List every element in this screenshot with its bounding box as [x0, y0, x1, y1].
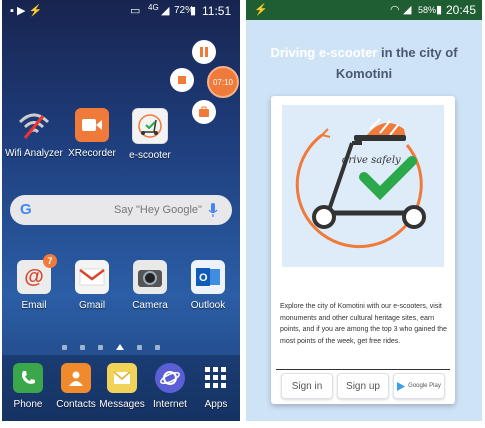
e-scooter-icon [132, 108, 168, 144]
illustration-caption: drive safely [342, 155, 401, 166]
screenshot-tool-button[interactable] [192, 100, 216, 124]
shortcut-xrecorder[interactable]: XRecorder [68, 108, 116, 159]
e-scooter-app-screen: ⚡ ◠ ◢ 58% ▮ 20:45 Driving e-scooter in t… [246, 0, 482, 421]
app-label: Apps [204, 399, 228, 410]
divider [276, 369, 450, 370]
cast-icon: ▭ [130, 5, 141, 17]
page-dot [62, 345, 67, 350]
page-indicator[interactable] [62, 337, 182, 350]
status-bar: ▪ ▶ ⚡ ▭ 4G ◢ 72% ▮ 11:51 [2, 0, 240, 22]
app-outlook[interactable]: O Outlook [184, 260, 232, 311]
email-icon: @ 7 [17, 254, 57, 294]
stop-recording-button[interactable] [170, 68, 194, 92]
page-dot [80, 345, 85, 350]
wifi-analyzer-icon [17, 108, 51, 142]
svg-text:O: O [199, 272, 208, 284]
app-camera[interactable]: Camera [126, 260, 174, 311]
android-home-screen: ▪ ▶ ⚡ ▭ 4G ◢ 72% ▮ 11:51 Wifi Analyzer X… [2, 0, 240, 421]
charging-icon: ⚡ [254, 4, 268, 16]
welcome-card: drive safely Explore the city of Komotin… [271, 96, 455, 404]
page-title: Driving e-scooter in the city of Komotin… [266, 42, 462, 84]
outlook-icon: O [191, 260, 225, 294]
signal-icon: ◢ [403, 4, 412, 16]
network-type: 4G [148, 3, 159, 12]
signal-icon: ◢ [161, 5, 170, 17]
app-grid-icon [201, 363, 231, 393]
pause-recording-button[interactable] [192, 40, 216, 64]
shortcut-wifi-analyzer[interactable]: Wifi Analyzer [5, 108, 63, 159]
xrecorder-icon [75, 108, 109, 142]
phone-icon [13, 363, 43, 393]
stop-icon [178, 76, 186, 84]
wifi-icon: ◠ [390, 4, 400, 16]
google-play-button[interactable]: Google Play [393, 373, 445, 399]
sign-up-button[interactable]: Sign up [337, 373, 389, 399]
play-store-icon [397, 381, 406, 391]
dock: Phone Contacts Messages Internet Apps [2, 355, 240, 421]
search-placeholder: Say "Hey Google" [114, 204, 202, 216]
title-highlight: Driving e-scooter [270, 45, 378, 60]
status-bar: ⚡ ◠ ◢ 58% ▮ 20:45 [246, 0, 482, 20]
toolbox-icon [199, 106, 209, 117]
app-label: Outlook [190, 300, 226, 311]
recording-timer: 07:10 [212, 77, 234, 87]
scooter-illustration: drive safely [282, 105, 444, 267]
microphone-icon [208, 203, 218, 217]
page-dot [137, 345, 142, 350]
home-page-indicator [116, 344, 124, 350]
google-search-bar[interactable]: G Say "Hey Google" [10, 195, 232, 225]
battery-icon: ▮ [436, 4, 443, 16]
battery-level: 58% [418, 5, 437, 15]
page-dot [155, 345, 160, 350]
shortcut-label: e-scooter [129, 150, 171, 161]
dock-apps[interactable]: Apps [194, 363, 238, 410]
google-logo-icon: G [20, 201, 32, 218]
app-email[interactable]: @ 7 Email [10, 254, 58, 311]
sign-in-button[interactable]: Sign in [281, 373, 333, 399]
shortcut-e-scooter[interactable]: e-scooter [126, 108, 174, 161]
app-gmail[interactable]: Gmail [68, 260, 116, 311]
camera-icon [133, 260, 167, 294]
clock: 11:51 [202, 4, 232, 18]
messages-icon [107, 363, 137, 393]
battery-icon: ▮ [190, 5, 197, 17]
clock: 20:45 [446, 3, 477, 17]
notification-icons: ▪ ▶ ⚡ [10, 5, 43, 17]
gmail-icon [75, 260, 109, 294]
contacts-icon [61, 363, 91, 393]
store-label: Google Play [408, 383, 441, 389]
unread-badge: 7 [43, 254, 57, 268]
recording-timer-bubble[interactable]: 07:10 [207, 66, 239, 98]
app-description: Explore the city of Komotini with our e-… [280, 303, 447, 345]
page-dot [98, 345, 103, 350]
pause-icon [200, 47, 208, 57]
internet-icon [155, 363, 185, 393]
